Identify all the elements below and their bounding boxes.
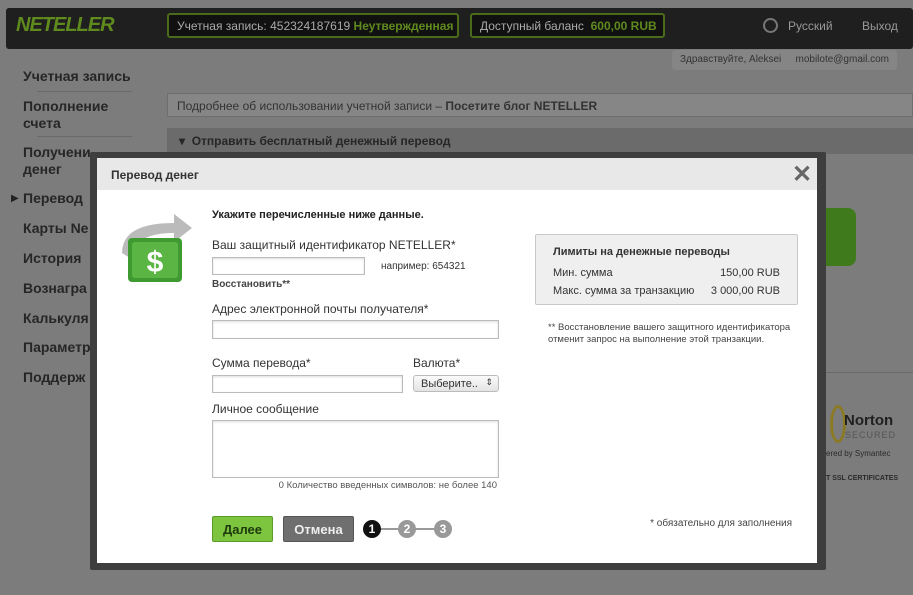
svg-text:$: $ [147, 246, 164, 279]
balance-info: Доступный баланс 600,00 RUB [470, 13, 665, 38]
modal-title: Перевод денег [111, 168, 199, 182]
modal-header [97, 158, 817, 190]
section-title: Отправить бесплатный денежный перевод [191, 134, 451, 148]
char-counter: 0 Количество введенных символов: не боле… [278, 480, 497, 491]
divider [37, 136, 132, 137]
step-3: 3 [434, 520, 452, 538]
norton-secured: SECURED [845, 430, 897, 440]
required-note: * обязательно для заполнения [650, 518, 792, 529]
blog-banner: Подробнее об использовании учетной запис… [167, 93, 913, 117]
greeting: Здравствуйте, Aleksei [680, 54, 782, 65]
active-arrow-icon: ▶ [11, 193, 19, 204]
balance-label: Доступный баланс [480, 19, 584, 33]
account-number: 452324187619 [270, 19, 351, 33]
balance-value: 600,00 RUB [590, 19, 657, 33]
message-label: Личное сообщение [212, 402, 319, 416]
greeting-bar: Здравствуйте, Aleksei mobilote@gmail.com [672, 50, 897, 70]
account-info: Учетная запись: 452324187619 Неутвержден… [167, 13, 459, 38]
select-arrows-icon: ⇕ [485, 377, 493, 387]
background-send-button [826, 208, 856, 266]
step-2: 2 [398, 520, 416, 538]
next-button[interactable]: Далее [212, 516, 273, 542]
currency-label: Валюта* [413, 356, 461, 370]
secure-id-input[interactable] [212, 257, 365, 275]
currency-selected: Выберите.. [421, 378, 478, 390]
symantec-text: ered by Symantec [826, 449, 891, 458]
instructions: Укажите перечисленные ниже данные. [212, 209, 424, 221]
sidebar-item-deposit[interactable]: Пополнение счета [23, 98, 133, 132]
restore-link[interactable]: Восстановить** [212, 279, 290, 290]
neteller-logo[interactable]: NETELLER [16, 14, 115, 37]
blog-link[interactable]: Посетите блог NETELLER [445, 99, 597, 113]
limit-value-min: 150,00 RUB [720, 267, 780, 279]
secure-id-label: Ваш защитный идентификатор NETELLER* [212, 238, 456, 252]
norton-title: Norton [844, 412, 894, 429]
close-icon[interactable]: ✕ [792, 160, 812, 189]
limit-label-min: Мин. сумма [553, 267, 613, 279]
account-status: Неутвержденная [353, 19, 454, 33]
send-section-header[interactable]: ▾ Отправить бесплатный денежный перевод [167, 128, 913, 154]
globe-icon[interactable] [763, 18, 778, 33]
cancel-button[interactable]: Отмена [283, 516, 354, 542]
blog-text: Подробнее об использовании учетной запис… [177, 99, 446, 113]
email-label: Адрес электронной почты получателя* [212, 302, 429, 316]
ssl-text: T SSL CERTIFICATES [826, 475, 899, 482]
divider [37, 91, 132, 92]
language-link[interactable]: Русский [788, 19, 833, 33]
secure-id-hint: например: 654321 [381, 261, 466, 272]
sidebar-item-account[interactable]: Учетная запись [23, 68, 133, 85]
limits-title: Лимиты на денежные переводы [553, 246, 730, 258]
amount-label: Сумма перевода* [212, 356, 311, 370]
logout-link[interactable]: Выход [862, 19, 898, 33]
amount-input[interactable] [212, 375, 403, 393]
message-textarea[interactable] [212, 420, 499, 478]
limit-value-max: 3 000,00 RUB [710, 285, 780, 297]
account-label: Учетная запись: [177, 19, 267, 33]
currency-select[interactable]: Выберите.. ⇕ [413, 375, 499, 392]
recipient-email-input[interactable] [212, 320, 499, 339]
step-1: 1 [363, 520, 381, 538]
user-email: mobilote@gmail.com [795, 54, 889, 65]
money-transfer-icon: $ [122, 214, 192, 282]
restore-note: ** Восстановление вашего защитного идент… [548, 322, 791, 345]
sidebar-item-receive[interactable]: Получени денег [23, 144, 93, 178]
divider [826, 372, 913, 373]
limit-label-max: Макс. сумма за транзакцию [553, 285, 695, 297]
